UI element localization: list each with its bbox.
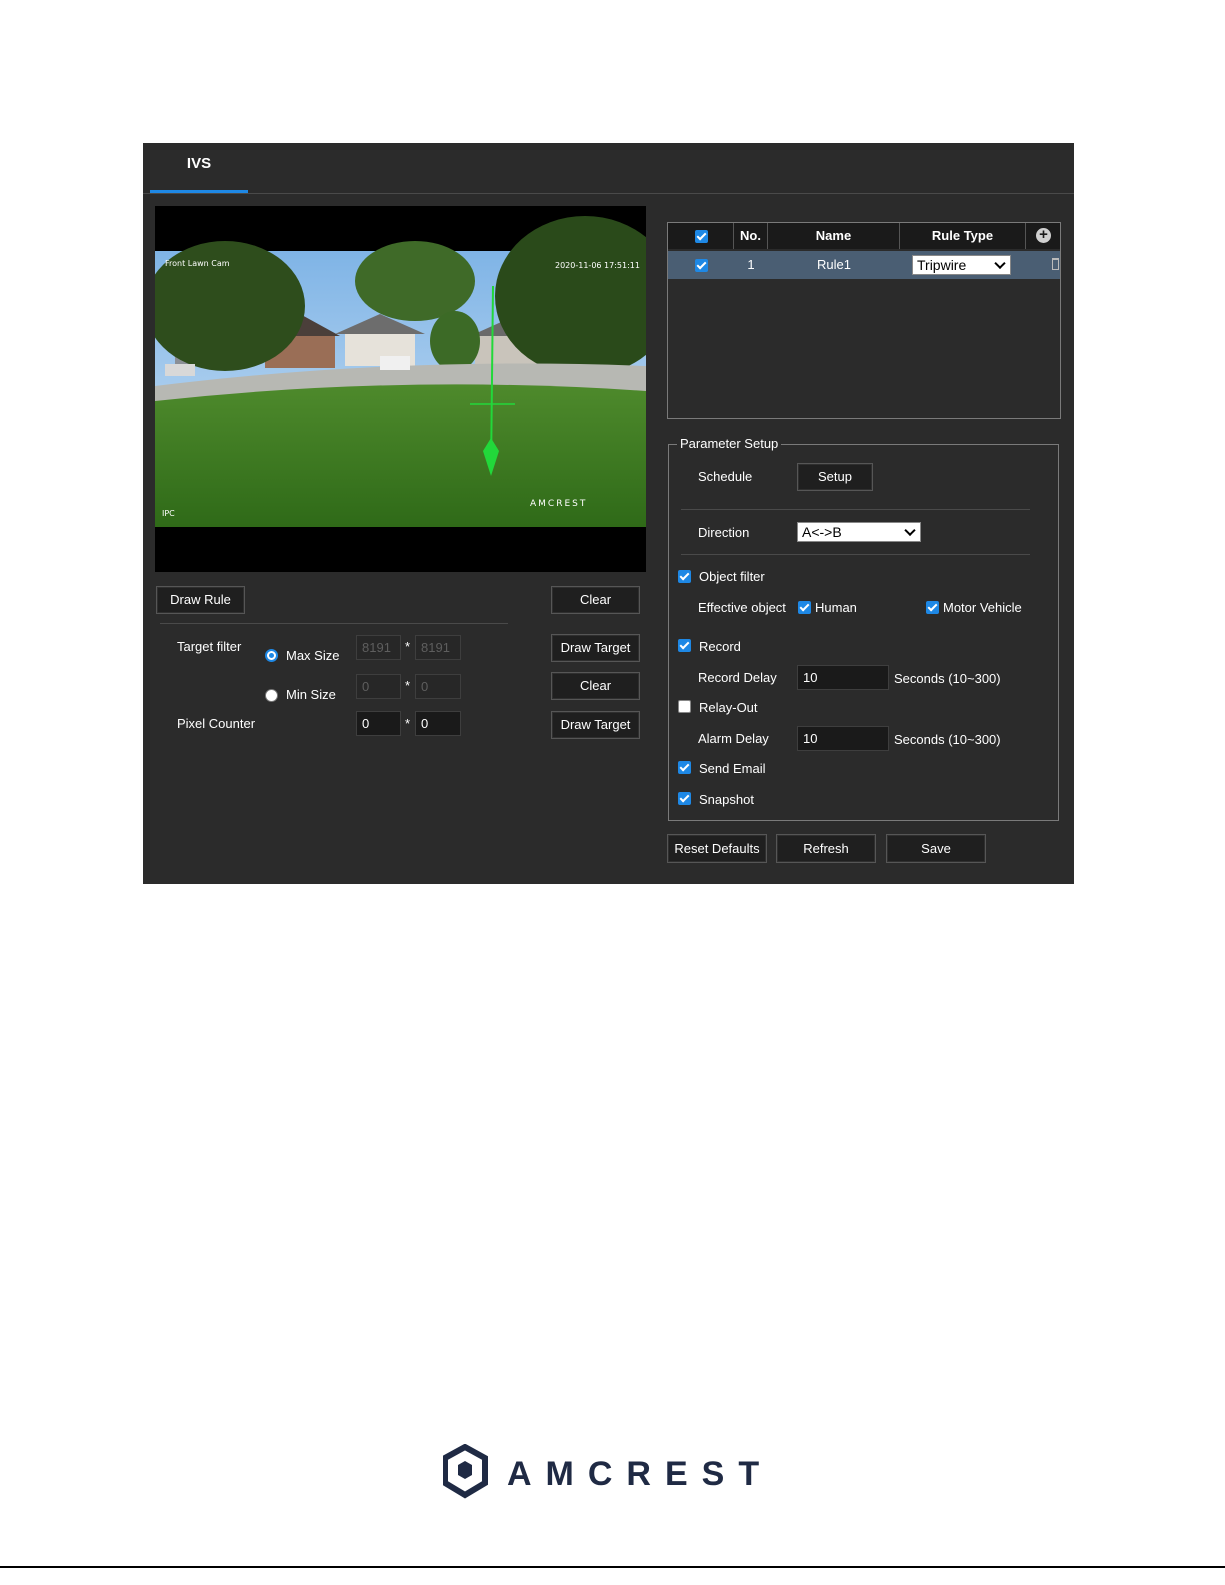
motor-vehicle-checkbox[interactable] [926,601,939,614]
max-size-label: Max Size [286,648,340,663]
send-email-checkbox[interactable] [678,761,691,774]
chevron-down-icon [904,524,916,537]
trash-icon[interactable] [1052,258,1059,270]
overlay-timestamp: 2020-11-06 17:51:11 [555,261,640,270]
direction-value: A<->B [802,524,842,540]
times-sign: * [405,639,411,654]
divider [681,509,1030,510]
max-width-input[interactable] [356,635,401,660]
brand-name: AMCREST [507,1455,773,1493]
rule-type-value: Tripwire [917,257,967,273]
direction-label: Direction [698,525,750,540]
amcrest-logo-icon: AMCREST [442,1443,773,1499]
rules-table: No. Name Rule Type + 1 Rule1 Tripwire [667,222,1061,419]
min-size-radio[interactable] [265,689,278,702]
row-no: 1 [747,257,755,272]
alarm-delay-input[interactable] [797,726,889,751]
object-filter-label: Object filter [699,569,765,584]
header-add: + [1026,223,1060,249]
alarm-delay-label: Alarm Delay [698,731,769,746]
row-name[interactable]: Rule1 [768,251,900,279]
draw-rule-button[interactable]: Draw Rule [156,586,245,614]
header-select-all [668,223,734,249]
divider [681,554,1030,555]
alarm-delay-unit: Seconds (10~300) [894,732,1001,747]
row-checkbox[interactable] [695,259,708,272]
camera-image: Front Lawn Cam 2020-11-06 17:51:11 IPC A… [155,216,646,527]
record-delay-label: Record Delay [698,670,777,685]
record-delay-input[interactable] [797,665,889,690]
clear-target-button[interactable]: Clear [551,672,640,700]
send-email-label: Send Email [699,761,766,776]
save-button[interactable]: Save [886,834,986,863]
relay-out-checkbox[interactable] [678,700,691,713]
tab-bar: IVS [143,143,1074,194]
object-filter-checkbox[interactable] [678,570,691,583]
direction-select[interactable]: A<->B [797,522,921,542]
human-label: Human [815,600,857,615]
table-row[interactable]: 1 Rule1 Tripwire [668,251,1060,279]
page-bottom-rule [0,1566,1225,1568]
motor-vehicle-label: Motor Vehicle [943,600,1022,615]
pixel-height-input[interactable] [415,711,461,736]
pixel-counter-label: Pixel Counter [177,716,256,731]
min-height-input[interactable] [415,674,461,699]
schedule-setup-button[interactable]: Setup [797,463,873,491]
divider [160,623,508,624]
tab-ivs[interactable]: IVS [150,143,248,193]
overlay-ipc: IPC [162,509,175,518]
human-checkbox[interactable] [798,601,811,614]
times-sign: * [405,678,411,693]
parameter-setup: Parameter Setup Schedule Setup Direction… [668,436,1059,821]
header-rule-type: Rule Type [900,223,1026,249]
select-all-checkbox[interactable] [695,230,708,243]
record-label: Record [699,639,741,654]
rule-type-select[interactable]: Tripwire [912,255,1011,275]
max-height-input[interactable] [415,635,461,660]
times-sign: * [405,716,411,731]
min-size-label: Min Size [286,687,336,702]
add-rule-icon[interactable]: + [1036,227,1051,243]
draw-pixel-target-button[interactable]: Draw Target [551,711,640,739]
parameter-setup-legend: Parameter Setup [677,436,782,451]
pixel-width-input[interactable] [356,711,401,736]
max-size-radio[interactable] [265,649,278,662]
min-width-input[interactable] [356,674,401,699]
effective-object-label: Effective object [698,600,786,615]
header-name: Name [768,223,900,249]
record-delay-unit: Seconds (10~300) [894,671,1001,686]
snapshot-label: Snapshot [699,792,754,807]
chevron-down-icon [994,257,1006,270]
amcrest-logo: AMCREST [442,1443,773,1505]
reset-defaults-button[interactable]: Reset Defaults [667,834,767,863]
header-no: No. [734,223,768,249]
clear-rule-button[interactable]: Clear [551,586,640,614]
refresh-button[interactable]: Refresh [776,834,876,863]
draw-target-button[interactable]: Draw Target [551,634,640,662]
target-filter-label: Target filter [177,639,242,654]
relay-out-label: Relay-Out [699,700,758,715]
video-preview[interactable]: Front Lawn Cam 2020-11-06 17:51:11 IPC A… [155,206,646,572]
schedule-label: Schedule [698,469,753,484]
video-watermark: AMCREST [530,499,587,509]
snapshot-checkbox[interactable] [678,792,691,805]
record-checkbox[interactable] [678,639,691,652]
overlay-channel-name: Front Lawn Cam [165,259,230,268]
ivs-panel: IVS Front Lawn Cam 2020-11-06 17:51:11 I… [143,143,1074,884]
